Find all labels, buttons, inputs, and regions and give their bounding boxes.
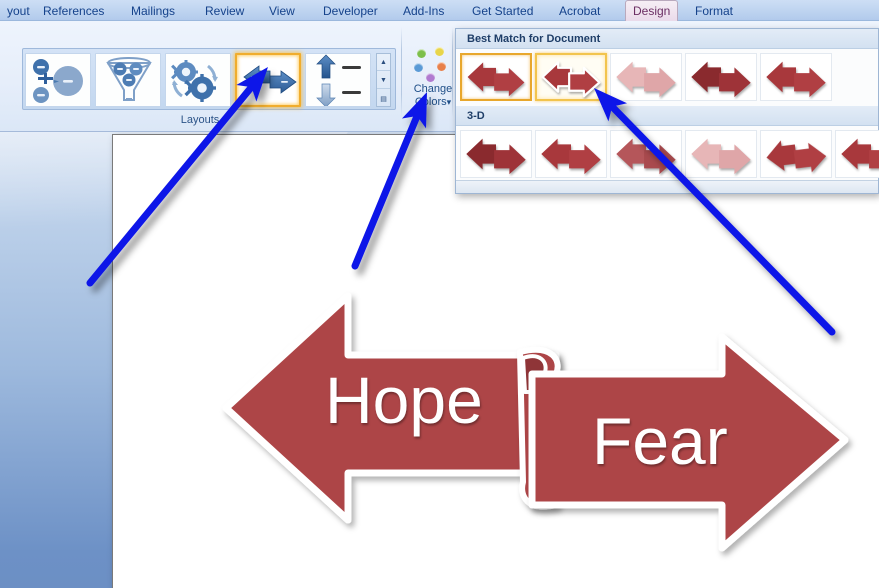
color-dot-0 bbox=[417, 49, 426, 58]
color-dot-3 bbox=[437, 62, 446, 71]
word-window: Hope Fear yout References Mailings Review Vi… bbox=[0, 0, 879, 588]
smartart-label-fear: Fear bbox=[592, 404, 728, 478]
style-3d-cartoon[interactable] bbox=[610, 130, 682, 178]
ribbon-tab-developer[interactable]: Developer bbox=[316, 1, 385, 21]
change-colors-icon bbox=[413, 47, 453, 82]
style-3d-brick[interactable] bbox=[760, 130, 832, 178]
group-divider-1 bbox=[401, 27, 402, 117]
style-subtle-effect[interactable] bbox=[610, 53, 682, 101]
style-3d-inset[interactable] bbox=[535, 130, 607, 178]
ribbon-tab-references[interactable]: References bbox=[36, 1, 111, 21]
smartart-styles-gallery-dropdown[interactable]: Best Match for Document 3-D bbox=[455, 28, 879, 194]
chevron-down-icon[interactable]: ▾ bbox=[447, 97, 452, 107]
ribbon-tab-mailings[interactable]: Mailings bbox=[124, 1, 182, 21]
ribbon-tab-design[interactable]: Design bbox=[625, 0, 679, 22]
smartart-label-hope: Hope bbox=[325, 363, 483, 437]
ribbon-group-layouts: ▲ ▼ ▤ Layouts bbox=[0, 23, 400, 127]
gallery-section-title-best-match: Best Match for Document bbox=[456, 29, 878, 49]
gallery-section-title-3d: 3-D bbox=[456, 106, 878, 126]
ribbon-tab-yout[interactable]: yout bbox=[0, 1, 37, 21]
gallery-row-best-match bbox=[456, 49, 878, 106]
gallery-scroll-down-icon[interactable]: ▼ bbox=[377, 72, 390, 89]
style-3d-polished[interactable] bbox=[460, 130, 532, 178]
ribbon-tab-format[interactable]: Format bbox=[688, 1, 740, 21]
ribbon-tab-acrobat[interactable]: Acrobat bbox=[552, 1, 607, 21]
layout-thumb-funnel[interactable] bbox=[95, 53, 161, 107]
gallery-scroll-up-icon[interactable]: ▲ bbox=[377, 54, 390, 71]
style-3d-flat-scene[interactable] bbox=[835, 130, 879, 178]
style-intense-effect[interactable] bbox=[760, 53, 832, 101]
ribbon-tab-view[interactable]: View bbox=[262, 1, 302, 21]
color-dot-4 bbox=[426, 73, 435, 82]
layout-thumb-opposing-arrows[interactable] bbox=[235, 53, 301, 107]
style-3d-powder[interactable] bbox=[685, 130, 757, 178]
document-page[interactable] bbox=[112, 134, 879, 588]
group-divider-2 bbox=[452, 27, 453, 117]
layout-thumb-gears[interactable] bbox=[165, 53, 231, 107]
style-simple-fill[interactable] bbox=[460, 53, 532, 101]
ribbon-tab-strip: yout References Mailings Review View Develope… bbox=[0, 0, 879, 22]
style-moderate-effect[interactable] bbox=[685, 53, 757, 101]
ribbon-tab-get-started[interactable]: Get Started bbox=[465, 1, 540, 21]
layouts-gallery-scrollbar[interactable]: ▲ ▼ ▤ bbox=[376, 53, 391, 107]
style-white-outline[interactable] bbox=[535, 53, 607, 101]
ribbon-tab-review[interactable]: Review bbox=[198, 1, 251, 21]
layout-thumb-balance[interactable] bbox=[25, 53, 91, 107]
ribbon-group-label-layouts: Layouts bbox=[180, 114, 220, 126]
gallery-footer bbox=[456, 180, 878, 193]
color-dot-2 bbox=[414, 63, 423, 72]
gallery-row-3d bbox=[456, 126, 879, 183]
gallery-more-icon[interactable]: ▤ bbox=[377, 90, 390, 107]
color-dot-1 bbox=[435, 47, 444, 56]
layouts-gallery[interactable]: ▲ ▼ ▤ bbox=[22, 48, 396, 110]
layout-thumb-counterbalance[interactable] bbox=[305, 53, 371, 107]
ribbon-tab-add-ins[interactable]: Add-Ins bbox=[396, 1, 451, 21]
